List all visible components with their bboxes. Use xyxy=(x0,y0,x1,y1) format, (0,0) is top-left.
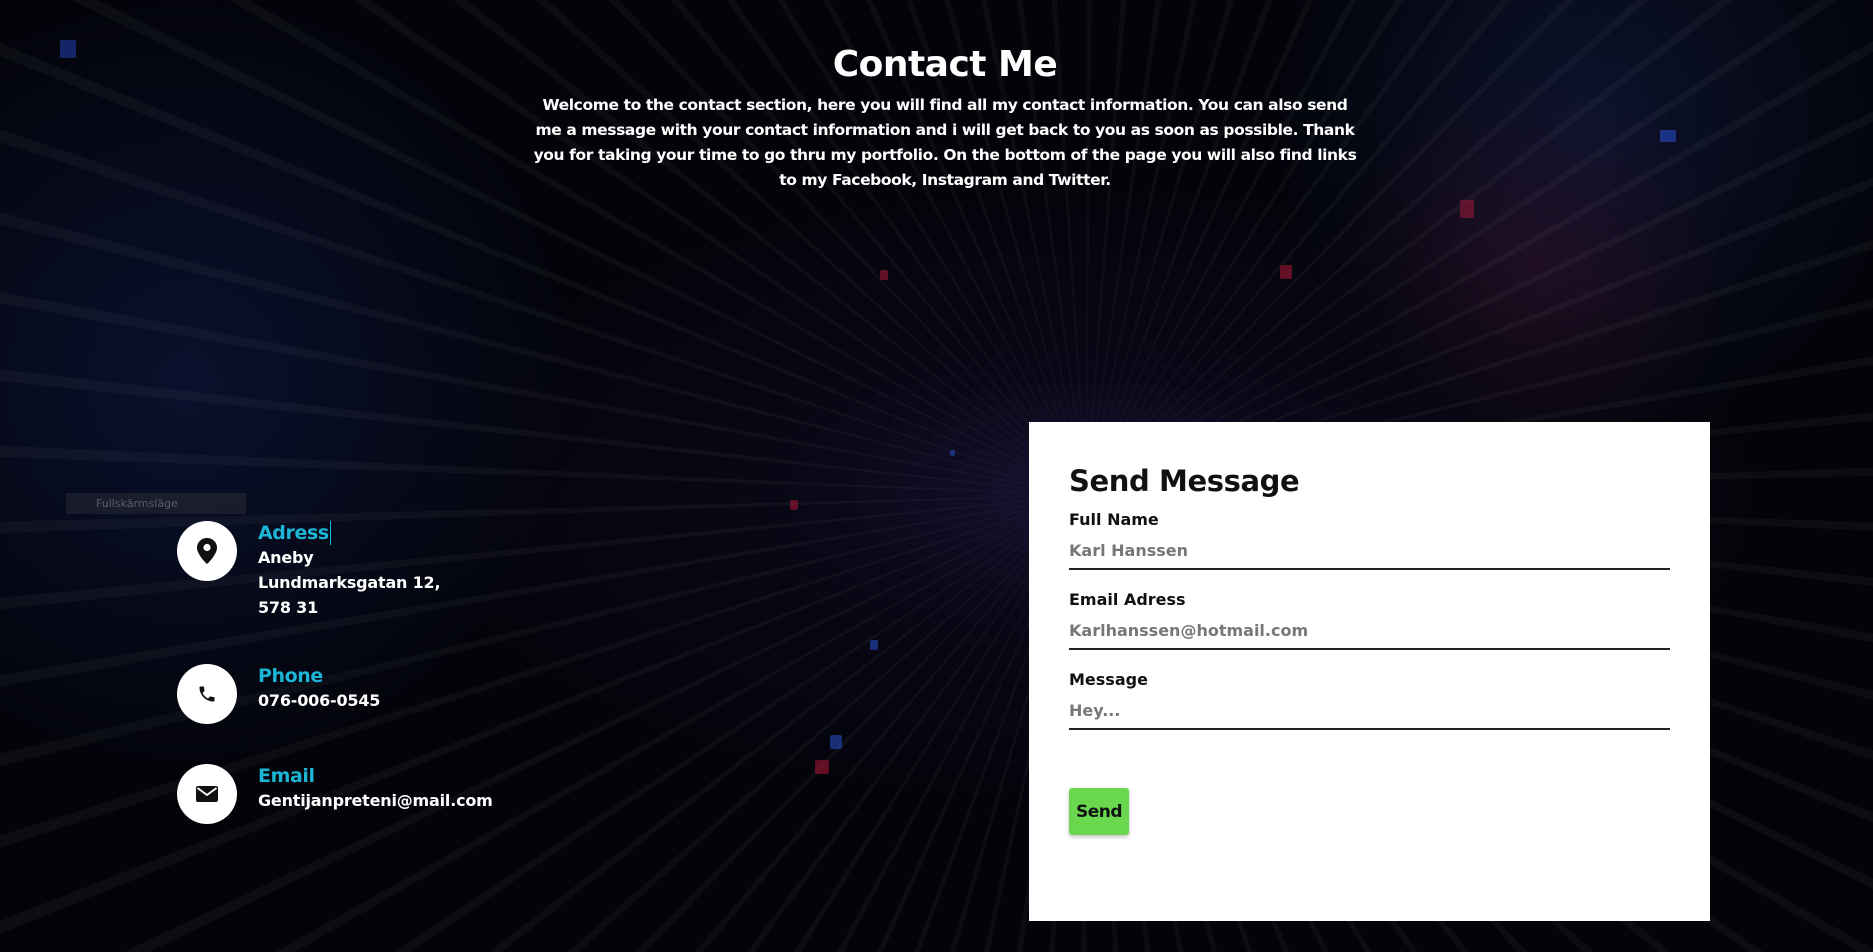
message-field: Message xyxy=(1069,670,1670,730)
contact-address: Adress Aneby Lundmarksgatan 12, 578 31 xyxy=(177,521,441,620)
full-name-input[interactable] xyxy=(1069,538,1670,570)
message-input[interactable] xyxy=(1069,698,1670,730)
address-line-city: Aneby xyxy=(258,548,314,567)
intro-text: Welcome to the contact section, here you… xyxy=(533,96,1357,189)
fullscreen-tooltip: Fullskärmsläge xyxy=(66,493,246,514)
address-title: Adress xyxy=(258,522,329,544)
contact-header: Contact Me Welcome to the contact sectio… xyxy=(530,44,1360,193)
envelope-icon xyxy=(177,764,237,824)
send-message-form: Send Message Full Name Email Adress Mess… xyxy=(1029,422,1710,921)
map-pin-icon xyxy=(177,521,237,581)
email-label: Email Adress xyxy=(1069,590,1186,609)
address-line-street: Lundmarksgatan 12, xyxy=(258,573,441,592)
form-title: Send Message xyxy=(1069,464,1300,498)
contact-email: Email Gentijanpreteni@mail.com xyxy=(177,764,493,824)
email-input[interactable] xyxy=(1069,618,1670,650)
full-name-label: Full Name xyxy=(1069,510,1159,529)
contact-phone: Phone 076-006-0545 xyxy=(177,664,380,724)
address-line-zip: 578 31 xyxy=(258,598,319,617)
phone-number: 076-006-0545 xyxy=(258,691,381,710)
text-cursor xyxy=(329,521,331,545)
send-button[interactable]: Send xyxy=(1069,788,1129,835)
full-name-field: Full Name xyxy=(1069,510,1670,570)
message-label: Message xyxy=(1069,670,1148,689)
email-title: Email xyxy=(258,765,315,787)
phone-icon xyxy=(177,664,237,724)
phone-title: Phone xyxy=(258,665,323,687)
email-address: Gentijanpreteni@mail.com xyxy=(258,791,493,810)
page-title: Contact Me xyxy=(832,44,1058,85)
email-field: Email Adress xyxy=(1069,590,1670,650)
